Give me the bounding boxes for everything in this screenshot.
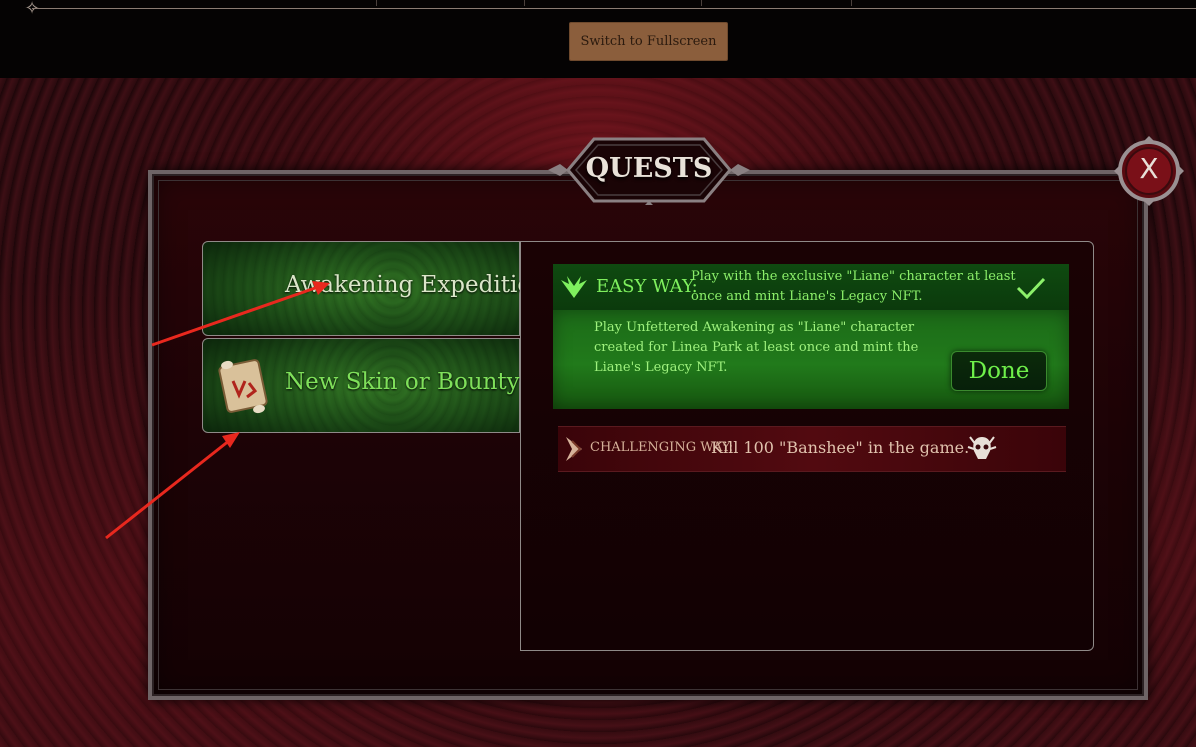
sparkle-icon: ✧ <box>24 0 40 19</box>
divider-tick <box>851 0 852 6</box>
scroll-icon <box>209 351 279 421</box>
close-icon: X <box>1139 152 1159 185</box>
divider-tick <box>524 0 525 6</box>
challenging-way-quest-card: CHALLENGING WAY: Kill 100 "Banshee" in t… <box>558 426 1066 472</box>
easy-way-header: EASY WAY: Play with the exclusive "Liane… <box>553 264 1069 311</box>
dialog-title-plaque: QUESTS <box>546 135 752 205</box>
game-screen: ✧ Switch to Fullscreen QUESTS X Awakenin… <box>0 0 1196 747</box>
tab-label: New Skin or Bounty <box>285 369 520 395</box>
banshee-skull-icon <box>966 433 998 463</box>
tab-new-skin-or-bounty[interactable]: New Skin or Bounty <box>202 338 520 433</box>
top-bar: ✧ Switch to Fullscreen <box>0 0 1196 78</box>
divider-tick <box>701 0 702 6</box>
wing-icon <box>559 274 589 300</box>
dialog-title: QUESTS <box>585 153 713 184</box>
divider-tick <box>376 0 377 6</box>
tab-label: Awakening Expedition <box>285 272 546 298</box>
close-button[interactable]: X <box>1112 134 1186 208</box>
easy-way-body: Play Unfettered Awakening as "Liane" cha… <box>553 310 1069 409</box>
switch-fullscreen-button[interactable]: Switch to Fullscreen <box>569 22 728 61</box>
checkmark-icon <box>1015 276 1047 300</box>
easy-way-detail: Play Unfettered Awakening as "Liane" cha… <box>594 320 919 375</box>
wing-icon <box>562 435 586 463</box>
easy-way-quest-card: EASY WAY: Play with the exclusive "Liane… <box>553 264 1069 409</box>
done-button[interactable]: Done <box>951 351 1047 391</box>
tab-awakening-expedition[interactable]: Awakening Expedition <box>202 241 546 336</box>
top-divider-line <box>32 8 1196 9</box>
easy-way-label: EASY WAY: <box>596 276 698 297</box>
easy-way-description: Play with the exclusive "Liane" characte… <box>691 269 1016 304</box>
challenging-way-description: Kill 100 "Banshee" in the game. <box>711 438 970 457</box>
